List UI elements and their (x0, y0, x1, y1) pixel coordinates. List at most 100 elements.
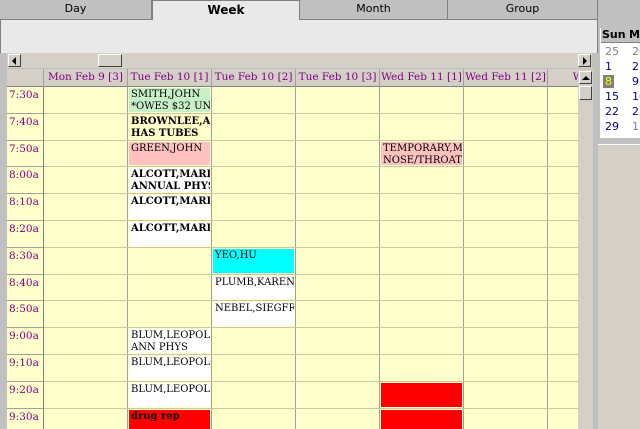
appointment-block[interactable]: ALCOTT,MARI (129, 195, 210, 219)
appointment-line2: *OWES $32 UNI (131, 101, 210, 112)
arrow-right-icon (583, 57, 587, 65)
appointment-block[interactable]: BLUM,LEOPOLI (129, 356, 210, 380)
time-slot-label: 7:40a (7, 113, 44, 141)
grid-row-divider (44, 407, 578, 409)
appointment-block[interactable]: GREEN,JOHN (129, 141, 210, 166)
mini-calendar-day[interactable]: 22 (605, 105, 619, 118)
grid-row-divider (44, 139, 578, 141)
column-header[interactable]: Tue Feb 10 [3] (296, 69, 380, 87)
right-panel-lower (598, 144, 640, 429)
column-header[interactable]: Mon Feb 9 [3] (44, 69, 128, 87)
appointment-block[interactable] (381, 382, 462, 407)
time-slot-label: 8:00a (7, 167, 44, 195)
grid-row-divider (44, 166, 578, 168)
time-slot-label: 8:10a (7, 194, 44, 221)
appointment-line1: BLUM,LEOPOLI (131, 330, 210, 342)
appointment-line1: BROWNLEE,AA (131, 115, 210, 127)
time-slot-label: 7:30a (7, 87, 44, 114)
appointment-block[interactable]: BROWNLEE,AA HAS TUBES (129, 114, 210, 139)
mini-calendar-weekday: M (628, 28, 640, 43)
grid-row-divider (44, 327, 578, 329)
grid-row-divider (44, 354, 578, 355)
scroll-left-button[interactable] (8, 54, 21, 67)
time-slot-label: 7:50a (7, 140, 44, 168)
tab-day[interactable]: Day (0, 0, 152, 20)
grid-column-divider (211, 69, 212, 429)
mini-calendar-day[interactable]: 1 (605, 60, 612, 73)
grid-row-divider (44, 380, 578, 382)
appointment-block[interactable]: drug rep (129, 409, 210, 429)
horizontal-scroll-thumb[interactable] (98, 54, 122, 67)
column-header[interactable]: Tue Feb 10 [1] (128, 69, 212, 87)
appointment-line1: drug rep (131, 410, 180, 422)
grid-column-divider (463, 69, 464, 429)
appointment-block[interactable] (381, 409, 462, 429)
time-slot-label: 8:20a (7, 221, 44, 248)
grid-row-divider (44, 220, 578, 221)
vertical-scroll-thumb[interactable] (579, 86, 592, 100)
time-slot-label: 9:00a (7, 328, 44, 355)
mini-calendar-day[interactable]: 26 (632, 45, 640, 58)
appointment-line1: ALCOTT,MARI (131, 223, 210, 234)
appointment-block[interactable]: BLUM,LEOPOLI ANN PHYS (129, 329, 210, 353)
grid-column-divider (547, 69, 548, 429)
mini-calendar-day[interactable]: 23 (632, 105, 640, 118)
appointment-line1: BLUM,LEOPOLI (131, 357, 210, 368)
scroll-up-button[interactable] (579, 71, 592, 84)
horizontal-scrollbar[interactable] (7, 53, 592, 68)
grid-row-divider (44, 246, 578, 248)
tab-week[interactable]: Week (152, 0, 300, 22)
tab-group[interactable]: Group (448, 0, 598, 20)
mini-calendar-day[interactable]: 16 (632, 90, 640, 103)
grid-corner (7, 69, 44, 87)
grid-row-divider (44, 112, 578, 114)
grid-column-divider (295, 69, 296, 429)
column-header[interactable]: Tue Feb 10 [2] (212, 69, 296, 87)
arrow-up-icon (582, 76, 590, 80)
mini-calendar-day[interactable]: 25 (605, 45, 619, 58)
mini-calendar-day[interactable]: 29 (605, 120, 619, 133)
appointment-block[interactable]: ALCOTT,MARI (129, 222, 210, 246)
time-slot-label: 8:50a (7, 301, 44, 329)
mini-calendar-day[interactable]: 9 (632, 75, 639, 88)
scroll-right-button[interactable] (578, 54, 591, 67)
time-slot-label: 9:20a (7, 381, 44, 409)
time-slot-label: 9:10a (7, 355, 44, 382)
appointment-block[interactable]: BLUM,LEOPOLI (129, 382, 210, 407)
appointment-block[interactable]: ALCOTT,MARI ANNUAL PHYS (129, 168, 210, 193)
appointment-line2: ANN PHYS (131, 342, 188, 353)
vertical-scrollbar[interactable] (578, 69, 593, 429)
appointment-line2: HAS TUBES (131, 127, 199, 139)
column-header[interactable]: Wed F (548, 69, 578, 87)
week-grid: Mon Feb 9 [3] Tue Feb 10 [1] Tue Feb 10 [2… (7, 69, 578, 429)
grid-row-divider (44, 300, 578, 302)
time-slot-label: 9:30a (7, 408, 44, 429)
mini-calendar-day[interactable]: 8 (603, 75, 614, 88)
appointment-line2: ANNUAL PHYS (131, 181, 210, 193)
appointment-block[interactable]: YEO,HU (213, 248, 294, 273)
appointment-line1: ALCOTT,MARI (131, 196, 210, 208)
column-header[interactable]: Wed Feb 11 [2] (464, 69, 548, 87)
grid-column-divider (379, 69, 380, 429)
appointment-block[interactable]: PLUMB,KAREN (213, 275, 294, 300)
time-slot-label: 8:30a (7, 247, 44, 275)
appointment-block[interactable]: SMITH,JOHN *OWES $32 UNI (129, 88, 210, 112)
mini-calendar[interactable]: SunM 25 26 1 2 8 9 15 16 22 23 29 1 (600, 28, 640, 138)
grid-row-divider (44, 273, 578, 275)
mini-calendar-weekday: Sun (601, 28, 628, 43)
appointment-line1: SMITH,JOHN (131, 89, 201, 100)
appointment-block[interactable]: TEMPORARY,M NOSE/THROAT (381, 141, 462, 166)
appointment-line1: GREEN,JOHN (131, 142, 203, 154)
appointment-line1: NEBEL,SIEGFRI (215, 303, 294, 315)
tab-month[interactable]: Month (300, 0, 448, 20)
mini-calendar-day[interactable]: 1 (632, 120, 639, 133)
mini-calendar-day[interactable]: 2 (632, 60, 639, 73)
mini-calendar-day[interactable]: 15 (605, 90, 619, 103)
appointment-line1: ALCOTT,MARI (131, 169, 210, 181)
grid-column-divider (127, 69, 128, 429)
tab-strip-panel (0, 20, 598, 53)
appointment-block[interactable]: NEBEL,SIEGFRI (213, 302, 294, 327)
grid-row-divider (44, 193, 578, 195)
column-header[interactable]: Wed Feb 11 [1] (380, 69, 464, 87)
appointment-line1: TEMPORARY,M (383, 142, 462, 154)
